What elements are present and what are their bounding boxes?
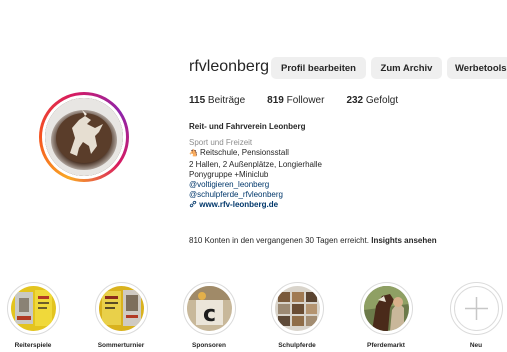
highlight-schulpferde[interactable]: Schulpferde [267,282,327,349]
profile-username: rfvleonberg [189,58,270,75]
mention-schulpferde-link[interactable]: @schulpferde_rfvleonberg [189,190,322,200]
highlight-label: Neu [469,342,483,349]
profile-avatar[interactable] [39,92,129,182]
posts-stat: 115 Beiträge [189,95,245,106]
highlight-label: Pferdemarkt [367,342,405,349]
horse-emoji-icon: 🐴 [189,150,198,158]
insights-text: 810 Konten in den vergangenen 30 Tagen e… [189,236,369,245]
new-highlight-button[interactable]: Neu [446,282,506,349]
highlight-sponsoren[interactable]: c Sponsoren [179,282,239,349]
profile-full-name: Reit- und Fahrverein Leonberg [189,122,306,131]
posts-count: 115 [189,95,206,106]
bio-line-1-text: Reitschule, Pensionsstall [199,148,289,158]
following-stat[interactable]: 232 Gefolgt [346,95,398,106]
highlight-ring [359,282,413,335]
archive-button[interactable]: Zum Archiv [371,57,442,79]
highlight-ring: c [182,282,236,335]
insights-link[interactable]: Insights ansehen [371,236,436,245]
highlight-cover [363,286,409,331]
edit-profile-button[interactable]: Profil bearbeiten [271,57,366,79]
profile-category: Sport und Freizeit [189,138,253,148]
highlight-ring [449,282,503,335]
highlight-pferdemarkt[interactable]: Pferdemarkt [356,282,416,349]
highlight-label: Reiterspiele [14,342,52,349]
highlight-cover [10,286,56,331]
plus-icon [453,286,499,331]
mention-voltigieren-link[interactable]: @voltigieren_leonberg [189,180,322,190]
website-link[interactable]: www.rfv-leonberg.de [189,200,322,210]
highlight-ring [6,282,60,335]
followers-label: Follower [286,95,325,106]
following-label: Gefolgt [365,95,399,106]
following-count: 232 [346,95,364,106]
followers-count: 819 [267,95,284,106]
highlight-cover: c [186,286,232,331]
profile-bio: Reit- und Fahrverein Leonberg Sport und … [189,122,322,211]
profile-stats: 115 Beiträge 819 Follower 232 Gefolgt [189,95,420,106]
highlight-label: Sponsoren [192,342,226,349]
highlight-ring [94,282,148,335]
ad-tools-button[interactable]: Werbetools [447,57,507,79]
bio-line-school: 🐴 Reitschule, Pensionsstall [189,148,322,159]
highlight-cover [274,286,320,331]
highlight-sommerturnier[interactable]: Sommerturnier [91,282,151,349]
followers-stat[interactable]: 819 Follower [267,95,324,106]
highlight-label: Sommerturnier [97,342,145,349]
website-text: www.rfv-leonberg.de [199,200,279,210]
insights-summary: 810 Konten in den vergangenen 30 Tagen e… [189,236,437,245]
highlight-label: Schulpferde [278,342,316,349]
posts-label: Beiträge [207,95,246,106]
bio-line-2: 2 Hallen, 2 Außenplätze, Longierhalle [189,159,322,169]
highlight-reiterspiele[interactable]: Reiterspiele [3,282,63,349]
svg-text:c: c [202,302,215,327]
highlight-ring [270,282,324,335]
link-icon [189,200,199,209]
avatar-image [45,98,123,176]
bio-line-3: Ponygruppe +Miniclub [189,169,269,179]
highlight-cover [98,286,144,331]
